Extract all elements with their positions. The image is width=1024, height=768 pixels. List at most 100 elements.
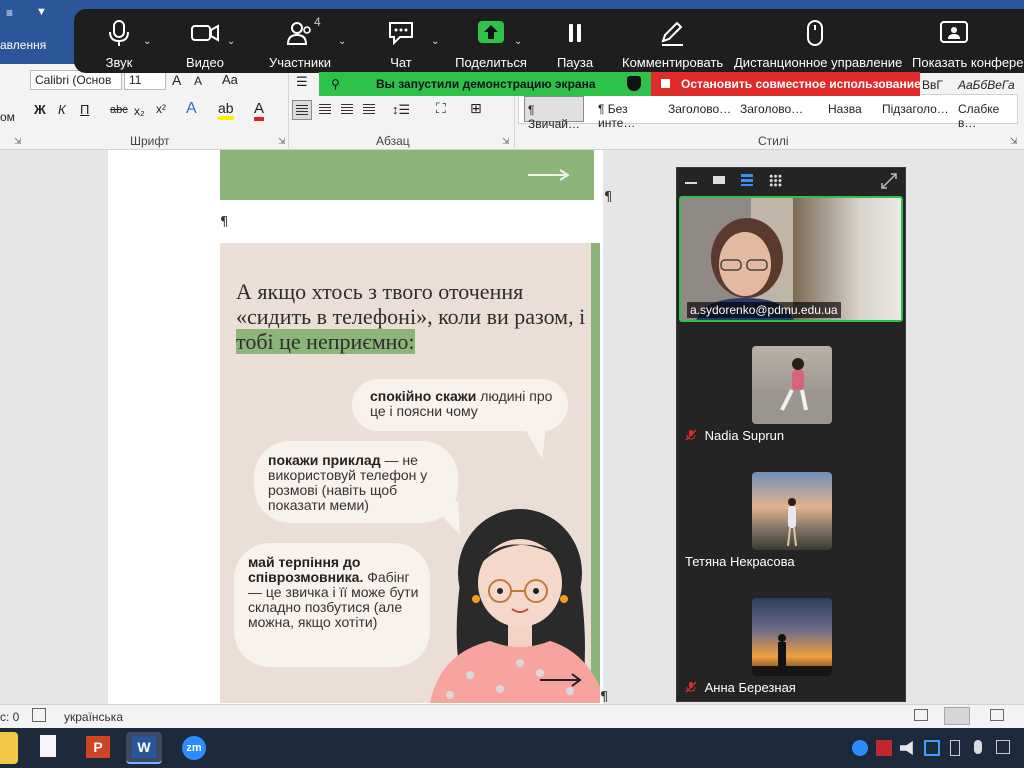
word-count[interactable]: с: 0 bbox=[0, 710, 19, 724]
tip-bubble-1: спокійно скажи людині про це і поясни чо… bbox=[352, 379, 568, 431]
powerpoint-icon[interactable]: P bbox=[80, 732, 116, 764]
align-left-icon[interactable] bbox=[292, 100, 312, 120]
participant-avatar bbox=[752, 634, 832, 676]
network-tray-icon[interactable] bbox=[924, 740, 940, 756]
chevron-down-icon[interactable]: ⌄ bbox=[338, 36, 346, 47]
file-explorer-icon[interactable] bbox=[0, 732, 18, 764]
microphone-tray-icon[interactable] bbox=[974, 740, 982, 754]
zoom-taskbar-icon[interactable]: zm bbox=[176, 732, 212, 764]
justify-icon[interactable] bbox=[362, 102, 376, 116]
font-size-select[interactable]: 11 bbox=[124, 70, 166, 90]
subscript-icon[interactable]: x₂ bbox=[134, 104, 145, 118]
participants-count: 4 bbox=[314, 15, 321, 29]
style-preview-partial: ВвГ bbox=[922, 78, 943, 92]
ribbon-divider bbox=[288, 70, 289, 148]
style-gallery-item[interactable]: ¶ Без инте… bbox=[598, 96, 635, 130]
microphone-muted-icon bbox=[685, 681, 697, 693]
expand-icon[interactable] bbox=[881, 173, 897, 189]
chat-button[interactable]: Чат bbox=[366, 9, 436, 73]
dialog-launcher-icon[interactable]: ⇲ bbox=[14, 136, 22, 147]
bold-icon[interactable]: Ж bbox=[34, 102, 46, 117]
grow-font-icon[interactable]: A bbox=[172, 72, 181, 88]
style-gallery-item[interactable]: Підзаголо… bbox=[882, 96, 949, 122]
text-effects-icon[interactable]: A bbox=[186, 100, 197, 118]
paragraph-dialog-launcher-icon[interactable]: ⇲ bbox=[502, 136, 510, 147]
underline-icon[interactable]: П bbox=[80, 102, 89, 117]
change-case-icon[interactable]: Aa bbox=[222, 72, 238, 87]
participant-name: Анна Березная bbox=[704, 680, 796, 695]
style-gallery-item[interactable]: Назва bbox=[828, 96, 862, 122]
web-layout-icon[interactable] bbox=[990, 709, 1004, 721]
chevron-down-icon[interactable]: ⌄ bbox=[227, 36, 235, 47]
zoom-tray-icon[interactable] bbox=[852, 740, 868, 756]
grid-view-icon[interactable] bbox=[769, 174, 782, 187]
participant-video[interactable] bbox=[752, 472, 832, 550]
bubble-tail bbox=[524, 427, 546, 459]
annotate-button[interactable]: Комментировать bbox=[622, 9, 723, 73]
proofing-icon[interactable] bbox=[32, 708, 46, 722]
align-right-icon[interactable] bbox=[340, 102, 354, 116]
participants-icon bbox=[286, 22, 311, 45]
read-mode-icon[interactable] bbox=[914, 709, 928, 721]
quick-access-more-icon[interactable]: ▼ bbox=[36, 6, 47, 18]
remote-control-button[interactable]: Дистанционное управление bbox=[734, 9, 902, 73]
participant-name-row: Тетяна Некрасова bbox=[685, 554, 795, 569]
tip-bubble-3: май терпіння до співрозмовника. Фабінг —… bbox=[234, 543, 430, 667]
line-spacing-icon[interactable]: ↕☰ bbox=[392, 102, 410, 118]
participant-avatar bbox=[787, 498, 797, 547]
shrink-font-icon[interactable]: A bbox=[194, 74, 202, 88]
pause-label: Пауза bbox=[556, 55, 594, 70]
zoom-video-gallery: a.sydorenko@pdmu.edu.ua Nadia Suprun Тет… bbox=[676, 167, 906, 702]
font-dialog-launcher-icon[interactable]: ⇲ bbox=[278, 136, 286, 147]
stop-share-label: Остановить совместное использование bbox=[681, 77, 921, 91]
chevron-down-icon[interactable]: ⌄ bbox=[514, 36, 522, 47]
headline-highlight: тобі це неприємно: bbox=[236, 329, 415, 354]
pin-icon[interactable]: ⚲ bbox=[331, 77, 340, 91]
paragraph-mark: ¶ bbox=[600, 690, 609, 705]
participant-name-row: Nadia Suprun bbox=[685, 428, 784, 443]
print-layout-icon[interactable] bbox=[944, 707, 970, 725]
participant-video[interactable] bbox=[752, 598, 832, 676]
font-name-select[interactable]: Calibri (Основ bbox=[30, 70, 122, 90]
styles-dialog-launcher-icon[interactable]: ⇲ bbox=[1010, 136, 1018, 147]
minimize-icon[interactable] bbox=[685, 182, 697, 184]
notepad-icon[interactable] bbox=[36, 732, 66, 764]
active-speaker-video[interactable]: a.sydorenko@pdmu.edu.ua bbox=[679, 196, 903, 322]
style-gallery-item[interactable]: Слабке в… bbox=[958, 96, 999, 130]
italic-icon[interactable]: К bbox=[58, 102, 66, 117]
speaker-view-icon[interactable] bbox=[713, 176, 725, 184]
tip3-bold: май терпіння до співрозмовника. bbox=[248, 554, 364, 585]
chevron-down-icon[interactable]: ⌄ bbox=[431, 36, 439, 47]
superscript-icon[interactable]: x² bbox=[156, 102, 166, 116]
pause-button[interactable]: Пауза bbox=[540, 9, 610, 73]
word-status-bar: с: 0 українська bbox=[0, 704, 1024, 728]
language-indicator[interactable]: українська bbox=[64, 710, 123, 724]
align-center-icon[interactable] bbox=[318, 102, 332, 116]
stop-share-button[interactable]: Остановить совместное использование bbox=[651, 72, 921, 96]
windows-taskbar: P W zm bbox=[0, 728, 1024, 768]
strikethrough-icon[interactable]: abc bbox=[110, 104, 128, 116]
strip-view-icon[interactable] bbox=[741, 174, 753, 186]
style-gallery-item[interactable]: Заголово… bbox=[668, 96, 731, 122]
bullets-icon[interactable]: ☰ bbox=[296, 74, 308, 90]
style-gallery-item[interactable]: Заголово… bbox=[740, 96, 803, 122]
participant-video[interactable] bbox=[752, 346, 832, 424]
notifications-tray-icon[interactable] bbox=[996, 740, 1010, 754]
gallery-header bbox=[677, 168, 905, 196]
show-conference-button[interactable]: Показать конференцию bbox=[910, 9, 1024, 73]
font-color-icon[interactable]: A bbox=[254, 100, 265, 121]
quick-access-dropdown-icon[interactable]: ≡ bbox=[6, 6, 13, 20]
highlight-color-icon[interactable]: ab bbox=[218, 100, 234, 120]
borders-icon[interactable]: ⊞ bbox=[470, 100, 482, 117]
poster-image[interactable]: А якщо хтось з твого оточення «сидить в … bbox=[220, 243, 600, 703]
battery-icon[interactable] bbox=[950, 740, 960, 756]
chevron-down-icon[interactable]: ⌄ bbox=[143, 36, 151, 47]
shading-icon[interactable]: ⛶ bbox=[436, 100, 446, 117]
participants-button[interactable]: 4 Участники bbox=[260, 9, 340, 73]
volume-muted-icon[interactable] bbox=[900, 741, 913, 755]
previous-image-bottom[interactable] bbox=[220, 150, 594, 200]
ribbon-tab-partial[interactable]: авлення bbox=[0, 38, 46, 52]
word-taskbar-icon[interactable]: W bbox=[126, 732, 162, 764]
acrobat-tray-icon[interactable] bbox=[876, 740, 892, 756]
style-gallery-item[interactable]: ¶ Звичай… bbox=[524, 96, 584, 131]
